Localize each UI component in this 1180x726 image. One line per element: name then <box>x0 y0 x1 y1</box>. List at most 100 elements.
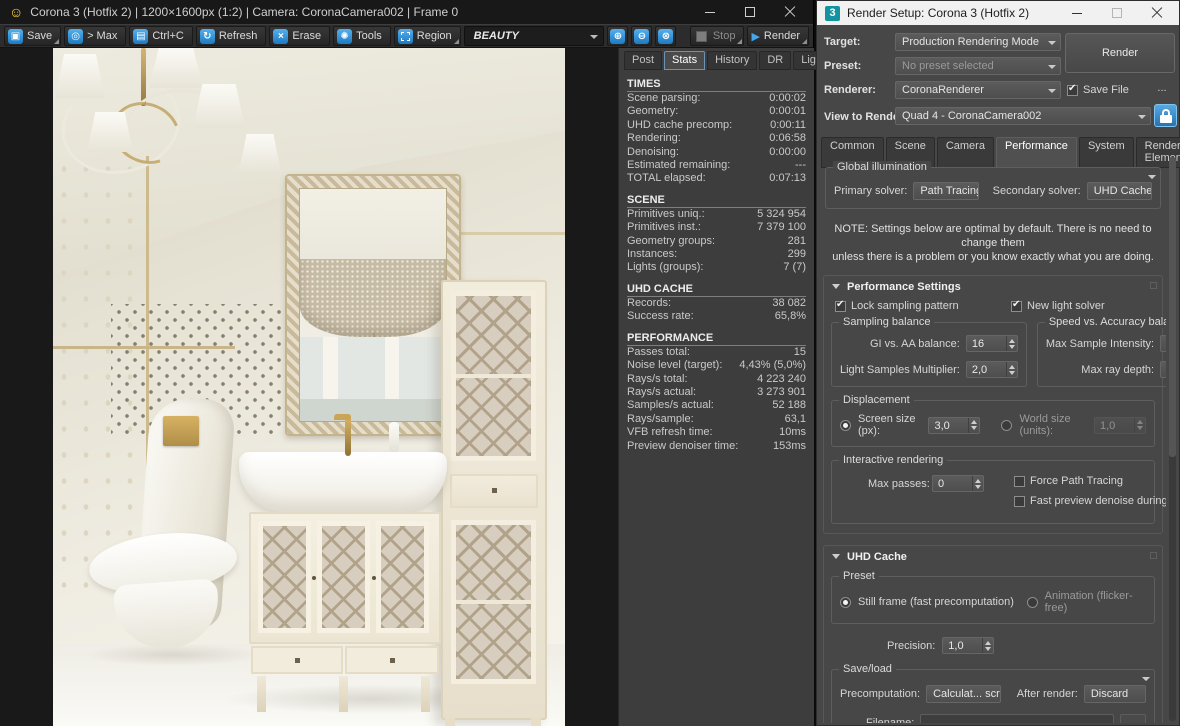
region-icon <box>397 28 413 44</box>
precision-spinner[interactable]: 1,0 <box>942 637 995 654</box>
rendered-image-preview[interactable] <box>53 48 565 726</box>
spinner-arrows-icon[interactable] <box>972 476 983 491</box>
tools-label: Tools <box>356 30 382 42</box>
secondary-solver-label: Secondary solver: <box>992 185 1081 197</box>
speed-accuracy-title: Speed vs. Accuracy balance <box>1044 316 1166 328</box>
light-samples-spinner[interactable]: 2,0 <box>965 361 1018 378</box>
primary-solver-select[interactable]: Path Tracing <box>913 175 1156 200</box>
spinner-arrows-icon[interactable] <box>1134 417 1145 433</box>
world-size-label[interactable]: World size (units): <box>1019 413 1087 437</box>
new-light-solver-checkbox[interactable]: New light solver <box>1011 299 1105 312</box>
tab-dr[interactable]: DR <box>759 51 792 70</box>
gold-flush-plate <box>163 416 199 446</box>
stat-label: Estimated remaining: <box>627 159 731 172</box>
max-sample-intensity-spinner[interactable]: 20,0 <box>1160 335 1166 352</box>
cabinet-drawer <box>450 474 538 508</box>
preset-select[interactable]: No preset selected <box>895 57 1061 75</box>
screen-size-label[interactable]: Screen size (px): <box>858 413 921 437</box>
still-frame-label[interactable]: Still frame (fast precomputation) <box>858 596 1014 608</box>
stat-label: Denoising: <box>627 145 679 158</box>
filename-row: Filename: ... <box>840 714 1146 723</box>
browse-button[interactable]: ... <box>1120 714 1146 723</box>
filename-input[interactable] <box>920 714 1114 723</box>
uhd-cache-header[interactable]: UHD Cache <box>831 546 1155 567</box>
world-size-spinner[interactable]: 1,0 <box>1094 416 1146 434</box>
tools-button[interactable]: ✺ Tools <box>333 26 391 46</box>
stop-label: Stop <box>712 30 736 42</box>
stat-label: UHD cache precomp: <box>627 118 733 131</box>
toilet-bowl <box>112 578 222 652</box>
door-knob <box>312 576 316 580</box>
force-path-tracing-checkbox[interactable]: Force Path Tracing <box>1014 475 1123 487</box>
animation-label[interactable]: Animation (flicker-free) <box>1045 590 1146 614</box>
vertical-scrollbar[interactable] <box>1169 157 1176 721</box>
tab-post[interactable]: Post <box>624 51 663 70</box>
uhd-preset-title: Preset <box>839 570 879 582</box>
gold-faucet <box>334 414 351 456</box>
save-file-checkbox[interactable]: Save File <box>1067 83 1129 96</box>
render-setup-titlebar[interactable]: 3 Render Setup: Corona 3 (Hotfix 2) <box>817 1 1179 25</box>
fast-preview-denoise-checkbox[interactable]: Fast preview denoise during render <box>1014 495 1166 507</box>
render-button[interactable]: ▶ Render <box>747 26 809 46</box>
vfb-titlebar[interactable]: ☺ Corona 3 (Hotfix 2) | 1200×1600px (1:2… <box>0 0 813 24</box>
stat-row: Success rate: 65,8% <box>627 310 806 323</box>
stat-value: --- <box>795 159 806 172</box>
refresh-button[interactable]: ↻ Refresh <box>195 26 267 46</box>
lock-sampling-pattern-checkbox[interactable]: Lock sampling pattern <box>835 299 1011 312</box>
minimize-icon[interactable] <box>704 6 716 18</box>
precision-value: 1,0 <box>948 640 964 652</box>
screen-size-spinner[interactable]: 3,0 <box>928 416 981 434</box>
chevron-down-icon <box>590 35 599 39</box>
save-icon: ▣ <box>8 28 23 44</box>
scrollbar-thumb[interactable] <box>1169 157 1176 457</box>
zoom-reset-icon: ⊗ <box>658 28 674 44</box>
maximize-icon[interactable] <box>744 6 756 18</box>
world-size-radio[interactable] <box>1001 419 1013 431</box>
zoom-in-button[interactable]: ⊕ <box>607 26 629 46</box>
renderer-select[interactable]: CoronaRenderer <box>895 81 1061 99</box>
to-max-label: > Max <box>87 30 118 42</box>
tab-stats[interactable]: Stats <box>664 51 706 70</box>
channel-select[interactable]: BEAUTY <box>463 26 605 46</box>
maximize-icon[interactable] <box>1111 7 1123 19</box>
close-icon[interactable] <box>1151 7 1163 19</box>
performance-settings-header[interactable]: Performance Settings <box>831 276 1155 297</box>
stat-label: Scene parsing: <box>627 92 701 104</box>
after-render-select[interactable]: Discard <box>1083 677 1150 703</box>
erase-button[interactable]: × Erase <box>269 26 331 46</box>
chevron-down-icon <box>1048 65 1056 69</box>
target-select[interactable]: Production Rendering Mode <box>895 33 1061 51</box>
region-button[interactable]: Region <box>393 26 461 46</box>
render-setup-render-button[interactable]: Render <box>1065 33 1175 73</box>
close-icon[interactable] <box>784 6 796 18</box>
spinner-arrows-icon[interactable] <box>968 417 979 433</box>
copy-button[interactable]: ▤ Ctrl+C <box>129 26 193 46</box>
stop-button[interactable]: Stop <box>689 26 745 46</box>
zoom-reset-button[interactable]: ⊗ <box>655 26 677 46</box>
vanity-drawer <box>251 646 343 674</box>
gi-aa-balance-spinner[interactable]: 16 <box>965 335 1018 352</box>
max-ray-depth-spinner[interactable]: 25 <box>1160 361 1166 378</box>
still-frame-radio[interactable] <box>840 596 851 608</box>
spinner-arrows-icon[interactable] <box>1005 336 1017 351</box>
vfb-window-title: Corona 3 (Hotfix 2) | 1200×1600px (1:2) … <box>30 5 459 19</box>
save-file-options-button[interactable]: ... <box>1151 83 1173 98</box>
cabinet-leg <box>445 718 455 726</box>
spinner-arrows-icon[interactable] <box>982 638 993 653</box>
secondary-solver-select[interactable]: UHD Cache <box>1086 175 1156 200</box>
lock-view-button[interactable] <box>1154 104 1177 127</box>
max-passes-spinner[interactable]: 0 <box>932 475 984 492</box>
precomputation-select[interactable]: Calculat... scratch <box>926 677 1150 703</box>
tab-history[interactable]: History <box>707 51 758 70</box>
view-to-render-select[interactable]: Quad 4 - CoronaCamera002 <box>895 107 1151 125</box>
animation-radio[interactable] <box>1026 596 1038 608</box>
screen-size-radio[interactable] <box>840 419 851 431</box>
minimize-icon[interactable] <box>1071 7 1083 19</box>
uhd-cache-rollout: UHD Cache Preset Still frame (fast preco… <box>823 545 1163 723</box>
save-load-title: Save/load <box>839 663 896 675</box>
to-max-button[interactable]: ◎ > Max <box>64 26 127 46</box>
spinner-arrows-icon[interactable] <box>1005 362 1017 377</box>
stat-label: Success rate: <box>627 310 694 323</box>
zoom-out-button[interactable]: ⊖ <box>631 26 653 46</box>
save-button[interactable]: ▣ Save <box>4 26 62 46</box>
